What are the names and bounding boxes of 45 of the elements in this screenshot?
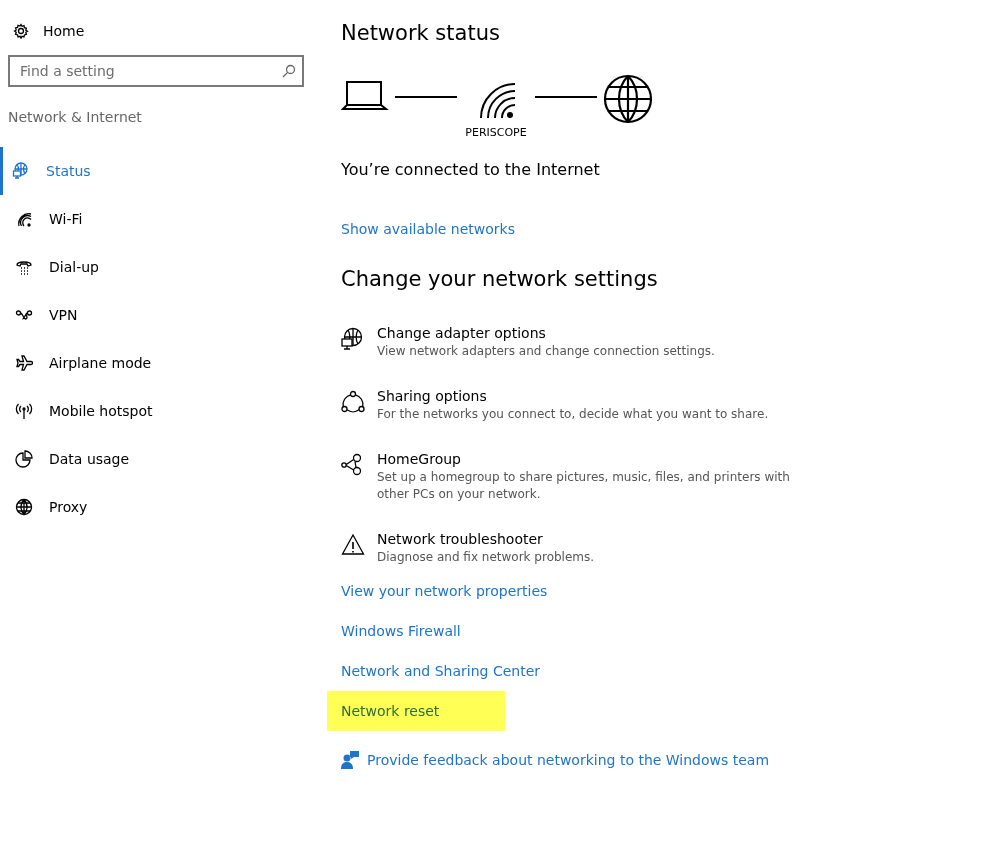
nav-item[interactable]: VPN bbox=[0, 291, 320, 339]
phone-icon bbox=[15, 258, 33, 276]
option-link[interactable]: Change adapter options bbox=[377, 325, 546, 341]
option-link[interactable]: Network troubleshooter bbox=[377, 531, 543, 547]
search-field[interactable]: Find a setting bbox=[8, 55, 304, 87]
pie-chart-icon bbox=[15, 450, 33, 468]
warning-icon bbox=[341, 533, 365, 557]
nav-item[interactable]: Proxy bbox=[0, 483, 320, 531]
section-heading: Network & Internet bbox=[8, 109, 143, 127]
option-description: View network adapters and change connection settings. bbox=[377, 343, 715, 360]
wifi-icon bbox=[15, 210, 33, 228]
settings-link[interactable]: Windows Firewall bbox=[341, 621, 461, 641]
feedback-icon bbox=[341, 751, 359, 769]
globe-monitor-icon bbox=[341, 327, 365, 351]
globe-monitor-icon bbox=[12, 162, 30, 180]
gear-icon bbox=[13, 23, 29, 39]
nav-item[interactable]: Status bbox=[0, 147, 320, 195]
settings-link[interactable]: Network and Sharing Center bbox=[341, 661, 540, 681]
nav-item[interactable]: Airplane mode bbox=[0, 339, 320, 387]
section-title: Change your network settings bbox=[341, 266, 659, 293]
nav-item[interactable]: Wi-Fi bbox=[0, 195, 320, 243]
settings-link[interactable]: Network reset bbox=[327, 691, 505, 731]
option-description: For the networks you connect to, decide what you want to share. bbox=[377, 406, 769, 423]
option-link[interactable]: Sharing options bbox=[377, 388, 487, 404]
connection-status: You’re connected to the Internet bbox=[341, 160, 601, 181]
option-link[interactable]: HomeGroup bbox=[377, 451, 461, 467]
option-description: Diagnose and fix network problems. bbox=[377, 549, 595, 566]
nav-item[interactable]: Mobile hotspot bbox=[0, 387, 320, 435]
antenna-icon bbox=[15, 402, 33, 420]
page-title: Network status bbox=[341, 20, 501, 47]
nav-item[interactable]: Dial-up bbox=[0, 243, 320, 291]
home-link[interactable]: Home bbox=[0, 20, 320, 42]
globe-icon bbox=[603, 74, 653, 124]
globe-icon bbox=[15, 498, 33, 516]
search-icon bbox=[282, 64, 296, 78]
connector-line bbox=[535, 96, 597, 98]
option-description: Set up a homegroup to share pictures, music, files, and printers with other PCs on your network. bbox=[377, 469, 791, 503]
connector-line bbox=[395, 96, 457, 98]
settings-link[interactable]: View your network properties bbox=[341, 581, 548, 601]
share-icon bbox=[341, 390, 365, 414]
nav-item[interactable]: Data usage bbox=[0, 435, 320, 483]
show-networks-link[interactable]: Show available networks bbox=[341, 221, 515, 237]
feedback-link[interactable]: Provide feedback about networking to the Windows team bbox=[341, 751, 770, 769]
airplane-icon bbox=[15, 354, 33, 372]
network-name: PERISCOPE bbox=[465, 126, 527, 139]
